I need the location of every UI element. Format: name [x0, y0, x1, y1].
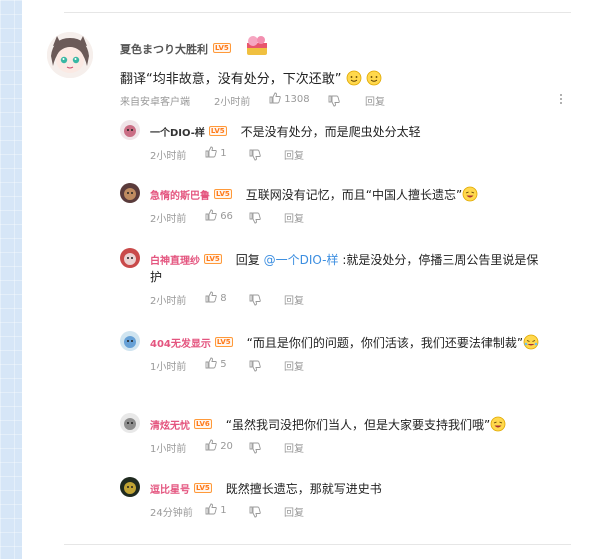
- timestamp: 24分钟前: [150, 508, 193, 519]
- thumbs-down-icon: [249, 209, 261, 228]
- level-badge: LV6: [194, 419, 212, 429]
- reply-text: “而且是你们的问题，你们活该，我们还要法律制裁”: [247, 334, 539, 351]
- like-count: 1308: [284, 94, 310, 105]
- reply-text: “虽然我司没把你们当人，但是大家要支持我们哦”: [226, 416, 506, 433]
- level-badge: LV5: [214, 189, 232, 199]
- comment-text: 翻译“均非故意，没有处分，下次还敢”: [120, 68, 382, 87]
- thumbs-up-icon: [205, 357, 217, 370]
- reply-text: 既然擅长遗忘，那就写进史书: [225, 482, 382, 496]
- like-button[interactable]: 20: [205, 439, 233, 452]
- reply-button[interactable]: 回复: [284, 504, 304, 519]
- like-count: 20: [220, 441, 233, 452]
- reply-text: 互联网没有记忆，而且“中国人擅长遗忘”: [246, 186, 478, 203]
- dislike-button[interactable]: [249, 439, 261, 458]
- reply-prefix: 回复: [235, 253, 264, 267]
- timestamp: 2小时前: [150, 151, 187, 162]
- level-badge: LV5: [204, 254, 222, 264]
- reply-button[interactable]: 回复: [284, 210, 304, 225]
- reply-username[interactable]: 白神直理纱: [150, 252, 200, 267]
- laugh-emoji-icon: [490, 416, 506, 432]
- timestamp: 1小时前: [150, 362, 187, 373]
- dislike-button[interactable]: [249, 209, 261, 228]
- divider: [64, 544, 571, 545]
- level-badge: LV5: [213, 43, 231, 53]
- reply-username[interactable]: 逗比星号: [150, 481, 190, 496]
- reply-text: 回复 @一个DIO-样 :就是没处分，停播三周公告里说是保: [235, 253, 539, 267]
- reply-button[interactable]: 回复: [284, 292, 304, 307]
- timestamp: 2小时前: [150, 296, 187, 307]
- thumbs-down-icon: [328, 92, 340, 111]
- like-button[interactable]: 1308: [269, 92, 310, 105]
- thumbs-down-icon: [249, 503, 261, 522]
- dislike-button[interactable]: [249, 146, 261, 165]
- mention-link[interactable]: @一个DIO-样: [264, 253, 339, 267]
- thumbs-up-icon: [205, 291, 217, 304]
- reply-avatar[interactable]: [120, 413, 140, 433]
- username[interactable]: 夏色まつり大胜利: [120, 41, 208, 57]
- like-count: 8: [220, 293, 227, 304]
- reply-username[interactable]: 急惰的斯巴鲁: [150, 187, 210, 202]
- dislike-button[interactable]: [249, 357, 261, 376]
- thumbs-up-icon: [269, 92, 281, 105]
- smile-emoji-icon: [346, 70, 362, 86]
- timestamp: 2小时前: [214, 97, 251, 108]
- thumbs-down-icon: [249, 357, 261, 376]
- source-label: 来自安卓客户端: [120, 97, 190, 108]
- like-button[interactable]: 5: [205, 357, 227, 370]
- dislike-button[interactable]: [328, 92, 340, 111]
- level-badge: LV5: [214, 337, 233, 347]
- reply-button[interactable]: 回复: [284, 440, 304, 455]
- reply-avatar[interactable]: [120, 120, 140, 140]
- reply-username[interactable]: 404无发显示: [150, 335, 211, 350]
- divider: [64, 12, 571, 13]
- thumbs-up-icon: [205, 209, 217, 222]
- like-count: 5: [220, 359, 227, 370]
- reply-username[interactable]: 一个DIO-样: [150, 124, 205, 139]
- like-button[interactable]: 66: [205, 209, 233, 222]
- thumbs-up-icon: [205, 503, 217, 516]
- laugh-emoji-icon: [462, 186, 478, 202]
- thumbs-up-icon: [205, 146, 217, 159]
- reply-button[interactable]: 回复: [284, 147, 304, 162]
- like-button[interactable]: 8: [205, 291, 227, 304]
- comment-card: 夏色まつり大胜利 LV5 翻译“均非故意，没有处分，下次还敢” 来自安卓客户端 …: [22, 0, 599, 559]
- like-button[interactable]: 1: [205, 146, 227, 159]
- dislike-button[interactable]: [249, 291, 261, 310]
- tears-emoji-icon: [523, 334, 539, 350]
- like-count: 66: [220, 211, 233, 222]
- like-count: 1: [220, 148, 227, 159]
- like-count: 1: [220, 505, 227, 516]
- reply-button[interactable]: 回复: [284, 358, 304, 373]
- level-badge: LV5: [208, 126, 227, 136]
- level-badge: LV5: [194, 483, 212, 493]
- like-button[interactable]: 1: [205, 503, 227, 516]
- user-avatar[interactable]: [47, 32, 93, 78]
- thumbs-down-icon: [249, 146, 261, 165]
- thumbs-down-icon: [249, 439, 261, 458]
- reply-avatar[interactable]: [120, 331, 140, 351]
- thumbs-up-icon: [205, 439, 217, 452]
- reply-button[interactable]: 回复: [365, 93, 385, 108]
- smile-emoji-icon: [366, 70, 382, 86]
- reply-username[interactable]: 清炫无忧: [150, 417, 190, 432]
- reply-avatar[interactable]: [120, 248, 140, 268]
- more-options-icon[interactable]: [559, 92, 563, 106]
- reply-text: 不是没有处分，而是爬虫处分太轻: [240, 125, 421, 139]
- fan-medal-icon: [244, 35, 270, 61]
- thumbs-down-icon: [249, 291, 261, 310]
- reply-text-line2: 护: [150, 270, 163, 284]
- reply-avatar[interactable]: [120, 477, 140, 497]
- timestamp: 1小时前: [150, 444, 187, 455]
- timestamp: 2小时前: [150, 214, 187, 225]
- reply-avatar[interactable]: [120, 183, 140, 203]
- dislike-button[interactable]: [249, 503, 261, 522]
